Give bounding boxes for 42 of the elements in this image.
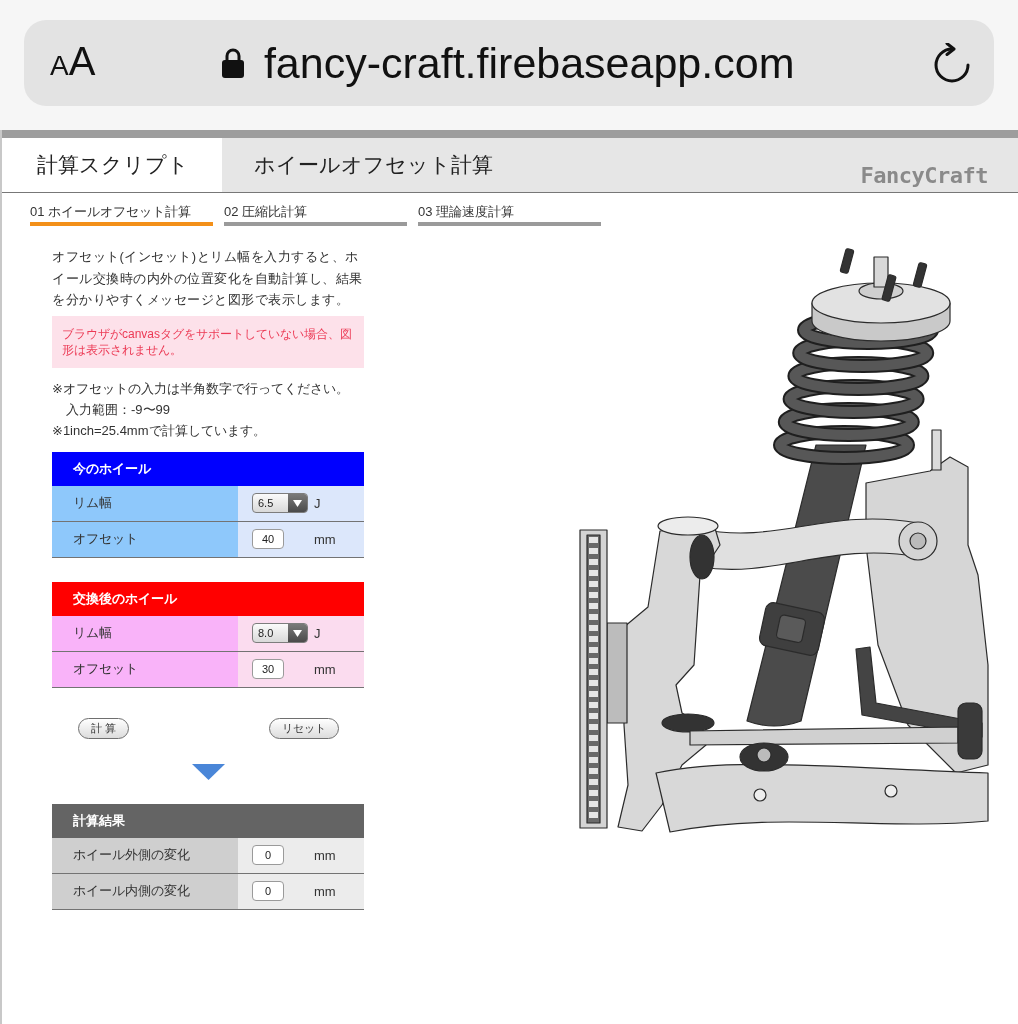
number-input[interactable]: 0 [252, 845, 284, 865]
page-tab[interactable]: 計算スクリプト [2, 138, 222, 192]
field-label: リム幅 [52, 615, 238, 651]
number-input[interactable]: 30 [252, 659, 284, 679]
unit-label: mm [313, 531, 336, 547]
warning-notice: ブラウザがcanvasタグをサポートしていない場合、図形は表示されません。 [52, 315, 364, 368]
address-bar[interactable]: AA fancy-craft.firebaseapp.com [24, 20, 994, 106]
reload-icon[interactable] [933, 43, 971, 83]
step-tab[interactable]: 02 圧縮比計算 [224, 204, 407, 226]
unit-label: J [313, 625, 321, 641]
caret-icon [288, 494, 307, 512]
unit-label: mm [313, 661, 336, 677]
section-header: 計算結果 [52, 803, 364, 838]
lock-icon [221, 48, 244, 78]
down-arrow-icon [191, 763, 225, 780]
note-text: ※オフセットの入力は半角数字で行ってください。 [52, 379, 350, 398]
unit-label: mm [313, 883, 336, 899]
unit-label: mm [313, 847, 336, 863]
reset-button[interactable]: リセット [269, 717, 339, 739]
number-input[interactable]: 40 [252, 529, 284, 549]
field-label: ホイール外側の変化 [52, 837, 238, 873]
section-header: 今のホイール [52, 451, 364, 486]
intro-text: オフセット(インセット)とリム幅を入力すると、ホイール交換時の内外の位置変化を自動計算し、結果を分かりやすくメッセージと図形で表示します。 [52, 248, 364, 309]
dropdown[interactable]: 6.5 [252, 493, 308, 513]
page-tab[interactable]: ホイールオフセット計算 [222, 138, 523, 192]
note-text: ※1inch=25.4mmで計算しています。 [52, 421, 267, 440]
caret-icon [288, 624, 307, 642]
unit-label: J [313, 495, 321, 511]
field-label: ホイール内側の変化 [52, 873, 238, 909]
field-label: リム幅 [52, 485, 238, 521]
url-text: fancy-craft.firebaseapp.com [263, 38, 795, 88]
text-size-button[interactable]: AA [50, 38, 96, 88]
number-input[interactable]: 0 [252, 881, 284, 901]
step-tab[interactable]: 01 ホイールオフセット計算 [30, 204, 213, 226]
note-text: 入力範囲：-9〜99 [65, 400, 172, 419]
field-label: オフセット [52, 651, 238, 687]
field-label: オフセット [52, 521, 238, 557]
calculate-button[interactable]: 計 算 [78, 717, 130, 739]
section-header: 交換後のホイール [52, 581, 364, 616]
step-tab[interactable]: 03 理論速度計算 [418, 204, 601, 226]
site-logo: FancyCraft [860, 163, 988, 188]
dropdown[interactable]: 8.0 [252, 623, 308, 643]
